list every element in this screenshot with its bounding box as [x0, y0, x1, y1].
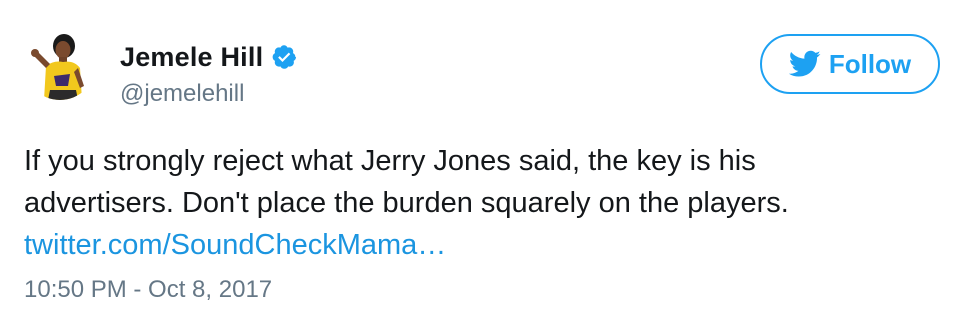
tweet-link[interactable]: twitter.com/SoundCheckMama…: [24, 229, 446, 261]
tweet-link-line: twitter.com/SoundCheckMama…: [24, 224, 924, 266]
tweet-text-line: advertisers. Don't place the burden squa…: [24, 187, 789, 219]
avatar-photo-icon: [24, 28, 96, 100]
user-avatar[interactable]: [24, 28, 96, 100]
tweet-text-line: If you strongly reject what Jerry Jones …: [24, 145, 756, 177]
follow-label: Follow: [828, 48, 912, 79]
user-handle[interactable]: @jemelehill: [120, 80, 244, 108]
name-row: Jemele Hill: [120, 40, 297, 74]
display-name[interactable]: Jemele Hill: [120, 42, 263, 73]
verified-badge-icon: [271, 44, 297, 70]
tweet-text: If you strongly reject what Jerry Jones …: [24, 140, 924, 266]
tweet-timestamp[interactable]: 10:50 PM - Oct 8, 2017: [24, 276, 272, 304]
tweet-card: Jemele Hill @jemelehill Follow If you st…: [0, 0, 980, 320]
follow-button[interactable]: Follow: [760, 34, 940, 94]
twitter-bird-icon: [788, 50, 821, 78]
